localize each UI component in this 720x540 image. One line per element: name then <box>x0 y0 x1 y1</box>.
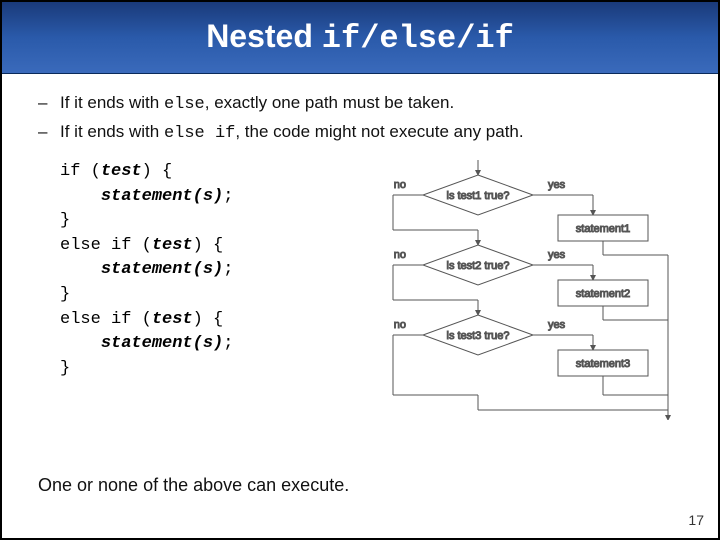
d-yes3: yes <box>548 319 566 331</box>
d-stmt3: statement3 <box>576 358 630 370</box>
c1b: test <box>101 162 142 181</box>
flowchart: is test1 true? no yes statement1 <box>348 160 682 382</box>
bullet-1-mono: else <box>164 95 205 114</box>
c8a <box>60 334 101 353</box>
bullet-1-t2: , exactly one path must be taken. <box>205 93 454 112</box>
title-mono: if/else/if <box>322 20 514 57</box>
d-no2: no <box>394 249 406 261</box>
title-text: Nested <box>206 18 322 54</box>
slide-body: If it ends with else, exactly one path m… <box>2 74 718 382</box>
c2a <box>60 187 101 206</box>
c4c: ) { <box>193 236 224 255</box>
bullet-2-t2: , the code might not execute any path. <box>235 122 523 141</box>
d-test2: is test2 true? <box>447 260 510 272</box>
c1a: if ( <box>60 162 101 181</box>
bullet-2-t1: If it ends with <box>60 122 164 141</box>
c7c: ) { <box>193 310 224 329</box>
d-test1: is test1 true? <box>447 190 510 202</box>
d-no3: no <box>394 319 406 331</box>
footer-note: One or none of the above can execute. <box>38 475 349 496</box>
bullet-1: If it ends with else, exactly one path m… <box>38 92 682 117</box>
c5c: ; <box>223 260 233 279</box>
c5b: statement(s) <box>101 260 223 279</box>
c2c: ; <box>223 187 233 206</box>
c3: } <box>60 211 70 230</box>
bullet-2-mono: else if <box>164 124 235 143</box>
flowchart-svg: is test1 true? no yes statement1 <box>348 160 688 420</box>
d-yes2: yes <box>548 249 566 261</box>
d-test3: is test3 true? <box>447 330 510 342</box>
page-number: 17 <box>688 512 704 528</box>
slide: Nested if/else/if If it ends with else, … <box>0 0 720 540</box>
d-stmt1: statement1 <box>576 223 630 235</box>
d-yes1: yes <box>548 179 566 191</box>
c5a <box>60 260 101 279</box>
d-no1: no <box>394 179 406 191</box>
c1c: ) { <box>142 162 173 181</box>
c7a: else if ( <box>60 310 152 329</box>
c7b: test <box>152 310 193 329</box>
c8b: statement(s) <box>101 334 223 353</box>
c2b: statement(s) <box>101 187 223 206</box>
content-row: if (test) { statement(s); } else if (tes… <box>38 160 682 382</box>
bullet-2: If it ends with else if, the code might … <box>38 121 682 146</box>
code-column: if (test) { statement(s); } else if (tes… <box>38 160 348 382</box>
bullet-1-t1: If it ends with <box>60 93 164 112</box>
slide-title: Nested if/else/if <box>206 18 514 57</box>
c4a: else if ( <box>60 236 152 255</box>
code-block: if (test) { statement(s); } else if (tes… <box>60 160 348 382</box>
c9: } <box>60 359 70 378</box>
d-stmt2: statement2 <box>576 288 630 300</box>
c8c: ; <box>223 334 233 353</box>
c6: } <box>60 285 70 304</box>
title-bar: Nested if/else/if <box>2 2 718 74</box>
c4b: test <box>152 236 193 255</box>
